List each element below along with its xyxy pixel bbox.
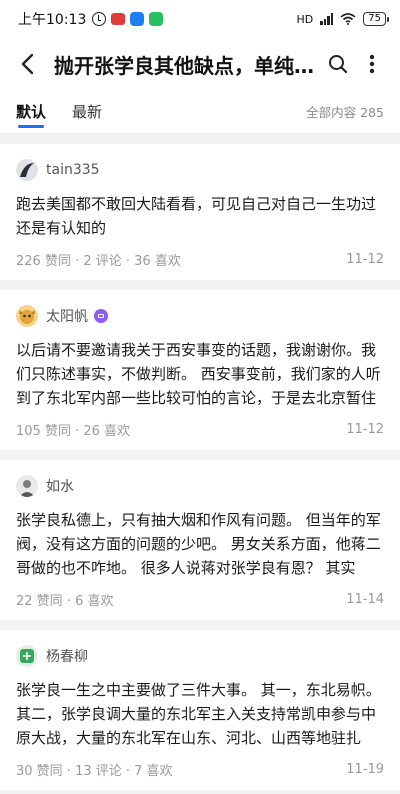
answer-author[interactable]: tain335 [16, 158, 384, 182]
question-title[interactable]: 抛开张学良其他缺点，单纯说私德方面有何问题？ [54, 50, 318, 79]
answer-excerpt[interactable]: 跑去美国都不敢回大陆看看，可见自己对自己一生功过还是有认知的 [16, 192, 384, 240]
notification-app-icon [149, 12, 164, 26]
answer-meta: 30 赞同 · 13 评论 · 7 喜欢 11-19 [16, 758, 384, 780]
answer-author[interactable]: 太阳帆 [16, 304, 384, 328]
answer-stats: 105 赞同 · 26 喜欢 [16, 423, 131, 439]
notification-app-icon [111, 13, 126, 25]
answer-date: 11-19 [346, 761, 384, 777]
avatar[interactable] [16, 159, 38, 181]
sort-tabs: 默认 最新 全部内容 285 [0, 90, 400, 134]
avatar[interactable] [16, 475, 38, 497]
answer-date: 11-12 [346, 421, 384, 437]
answer-meta: 105 赞同 · 26 喜欢 11-12 [16, 418, 384, 440]
answer-card[interactable]: tain335 跑去美国都不敢回大陆看看，可见自己对自己一生功过还是有认知的 2… [0, 144, 400, 280]
back-button[interactable] [12, 49, 42, 79]
notification-app-icon [130, 12, 145, 26]
author-name[interactable]: 如水 [46, 476, 74, 496]
battery-icon: 75 [363, 12, 389, 26]
answer-meta: 226 赞同 · 2 评论 · 36 喜欢 11-12 [16, 248, 384, 270]
answer-card[interactable]: 杨春柳 张学良一生之中主要做了三件大事。 其一，东北易帜。 其二，张学良调大量的… [0, 630, 400, 790]
answer-card[interactable]: 如水 张学良私德上，只有抽大烟和作风有问题。 但当年的军阀，没有这方面的问题的少… [0, 460, 400, 620]
signal-icon [320, 13, 334, 25]
alarm-icon [92, 12, 107, 26]
answer-card[interactable]: 太阳帆 以后请不要邀请我关于西安事变的话题，我谢谢你。我们只陈述事实，不做判断。… [0, 290, 400, 450]
more-vertical-icon [369, 54, 375, 74]
answer-author[interactable]: 杨春柳 [16, 644, 384, 668]
answer-stats: 22 赞同 · 6 喜欢 [16, 593, 114, 609]
answer-excerpt[interactable]: 张学良私德上，只有抽大烟和作风有问题。 但当年的军阀，没有这方面的问题的少吧。 … [16, 508, 384, 580]
answer-list: tain335 跑去美国都不敢回大陆看看，可见自己对自己一生功过还是有认知的 2… [0, 134, 400, 790]
app-header: 抛开张学良其他缺点，单纯说私德方面有何问题？ [0, 38, 400, 90]
author-name[interactable]: 太阳帆 [46, 306, 88, 326]
total-count: 全部内容 285 [306, 105, 384, 120]
author-name[interactable]: 杨春柳 [46, 646, 88, 666]
search-icon [329, 55, 348, 74]
answer-meta: 22 赞同 · 6 喜欢 11-14 [16, 588, 384, 610]
answer-stats: 30 赞同 · 13 评论 · 7 喜欢 [16, 763, 173, 779]
answer-stats: 226 赞同 · 2 评论 · 36 喜欢 [16, 253, 181, 269]
avatar[interactable] [16, 305, 38, 327]
network-type-label: HD [296, 12, 314, 26]
more-button[interactable] [358, 50, 386, 78]
status-time: 上午10:13 [18, 12, 87, 28]
answer-date: 11-14 [346, 591, 384, 607]
status-bar: 上午10:13 HD 75 [0, 0, 400, 38]
answer-author[interactable]: 如水 [16, 474, 384, 498]
wifi-icon [340, 13, 356, 25]
answer-excerpt[interactable]: 以后请不要邀请我关于西安事变的话题，我谢谢你。我们只陈述事实，不做判断。 西安事… [16, 338, 384, 410]
answer-date: 11-12 [346, 251, 384, 267]
author-name[interactable]: tain335 [46, 162, 100, 178]
avatar[interactable] [16, 645, 38, 667]
tab-latest[interactable]: 最新 [72, 90, 102, 134]
search-button[interactable] [324, 50, 352, 78]
verified-badge-icon [94, 309, 108, 323]
tab-default[interactable]: 默认 [16, 90, 46, 134]
back-arrow-icon [21, 53, 34, 75]
answer-excerpt[interactable]: 张学良一生之中主要做了三件大事。 其一，东北易帜。 其二，张学良调大量的东北军主… [16, 678, 384, 750]
